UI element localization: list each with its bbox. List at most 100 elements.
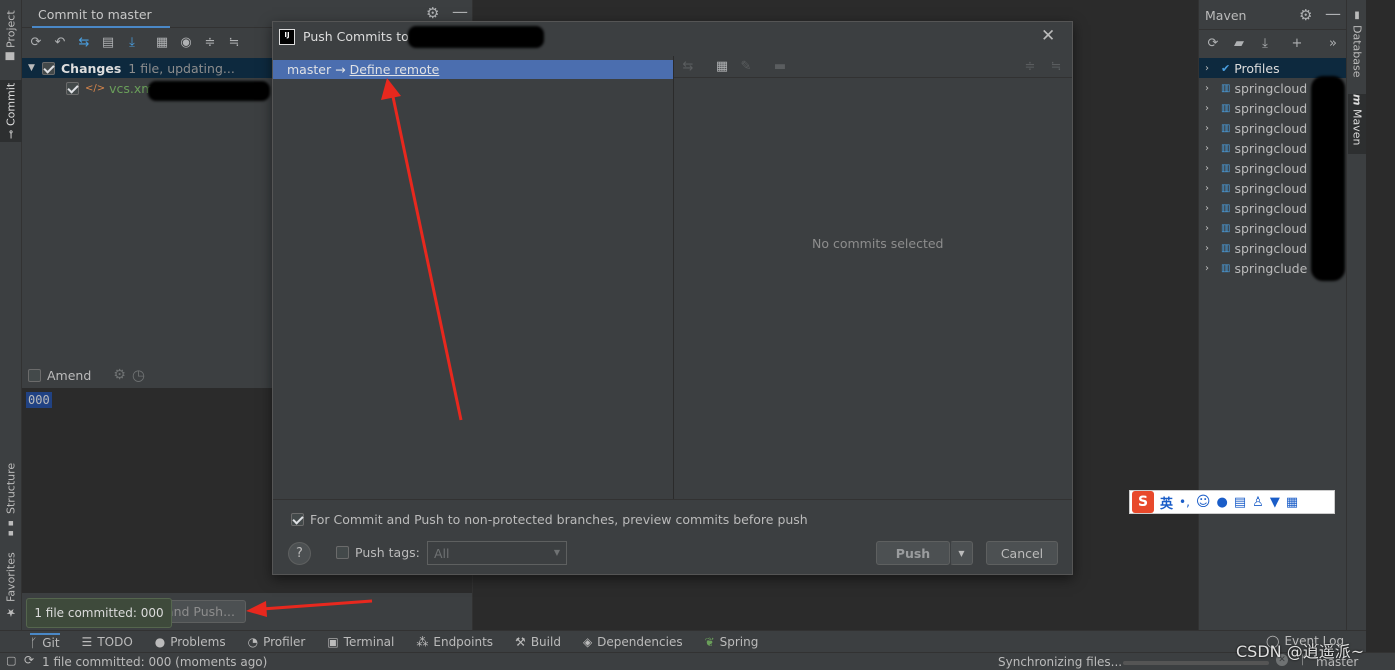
- tab-build[interactable]: ⚒ Build: [515, 635, 561, 649]
- more-icon[interactable]: »: [1323, 33, 1343, 53]
- maven-module-icon: ▥: [1221, 262, 1231, 274]
- chevron-right-icon: ›: [1205, 202, 1209, 214]
- microphone-icon[interactable]: ●: [1217, 495, 1228, 510]
- tab-project[interactable]: ▆ Project: [0, 4, 22, 66]
- maven-project-label: springcloud: [1234, 160, 1308, 176]
- tab-maven[interactable]: m Maven: [1348, 94, 1366, 154]
- maven-module-icon: ▥: [1221, 162, 1231, 174]
- rollback-icon[interactable]: ↶: [50, 32, 70, 52]
- maven-title: Maven: [1205, 8, 1247, 23]
- diff-icon[interactable]: ⇆: [74, 32, 94, 52]
- minimize-icon[interactable]: —: [452, 2, 468, 21]
- collapse-all-icon[interactable]: ≒: [224, 32, 244, 52]
- list-icon: ☰: [81, 634, 93, 649]
- download-icon[interactable]: ⤓: [1255, 33, 1275, 53]
- maven-project-label: springcloud: [1234, 240, 1308, 256]
- redaction: [148, 81, 270, 101]
- group-icon[interactable]: ▦: [712, 56, 732, 76]
- maven-project-label: springcloud: [1234, 140, 1308, 156]
- branch-row[interactable]: master → Define remote: [273, 60, 673, 79]
- collapse-all-icon[interactable]: ≒: [1046, 56, 1066, 76]
- push-tags-row: Push tags:: [336, 545, 420, 560]
- star-icon: ★: [4, 606, 18, 620]
- maven-project-label: springcloud: [1234, 100, 1308, 116]
- tab-favorites[interactable]: ★ Favorites: [0, 550, 22, 622]
- download-icon[interactable]: ⤓: [122, 32, 142, 52]
- tab-todo[interactable]: ☰ TODO: [82, 635, 133, 649]
- layout-icon[interactable]: ▬: [770, 56, 790, 76]
- settings-icon[interactable]: ⚙: [426, 4, 439, 22]
- preview-checkbox[interactable]: [291, 513, 304, 526]
- push-tags-checkbox[interactable]: [336, 546, 349, 559]
- help-button[interactable]: ?: [288, 542, 311, 565]
- profiles-row[interactable]: › ✔ Profiles: [1199, 58, 1349, 78]
- tab-endpoints[interactable]: ⁂ Endpoints: [416, 635, 493, 649]
- tab-commit[interactable]: ⊸ Commit: [0, 80, 22, 142]
- amend-checkbox[interactable]: [28, 368, 41, 382]
- shirt-icon[interactable]: ▼: [1270, 495, 1280, 510]
- status-message[interactable]: 1 file committed: 000 (moments ago): [42, 655, 267, 669]
- tab-database[interactable]: ▮ Database: [1348, 10, 1366, 80]
- profiles-icon: ✔: [1221, 61, 1231, 75]
- emoji-icon[interactable]: ☺: [1196, 494, 1211, 510]
- maven-module-icon: ▥: [1221, 82, 1231, 94]
- dialog-footer: For Commit and Push to non-protected bra…: [273, 499, 1072, 574]
- history-icon[interactable]: ◷: [132, 366, 145, 384]
- structure-icon: ▪▪: [6, 517, 16, 538]
- maven-tree: › ✔ Profiles › ▥ springcloud › ▥ springcloud ›…: [1199, 58, 1349, 298]
- xml-file-icon: </>: [85, 82, 106, 94]
- minimize-icon[interactable]: —: [1325, 4, 1341, 23]
- cancel-button[interactable]: Cancel: [986, 541, 1058, 565]
- chevron-down-icon[interactable]: ▼: [28, 63, 42, 73]
- close-icon[interactable]: ✕: [1041, 26, 1055, 46]
- maven-project-label: springcloud: [1234, 200, 1308, 216]
- maven-project-label: springclude: [1234, 260, 1308, 276]
- layout-toggle-icon[interactable]: ▢: [6, 654, 16, 667]
- file-checkbox[interactable]: [66, 81, 79, 95]
- grid-icon[interactable]: ▦: [1286, 495, 1298, 510]
- watermark: CSDN @逍遥派~: [1236, 642, 1365, 661]
- expand-all-icon[interactable]: ≑: [200, 32, 220, 52]
- shelve-icon[interactable]: ▤: [98, 32, 118, 52]
- reload-icon[interactable]: ⟳: [1203, 33, 1223, 53]
- refresh-icon[interactable]: ⟳: [26, 32, 46, 52]
- tab-spring[interactable]: ❦ Spring: [705, 635, 759, 649]
- maven-header: Maven ⚙ —: [1199, 0, 1347, 30]
- diff-icon[interactable]: ⇆: [678, 56, 698, 76]
- group-icon[interactable]: ▦: [152, 32, 172, 52]
- spring-leaf-icon: ❦: [704, 634, 715, 649]
- dialog-title-bar: IJ Push Commits to ✕: [273, 22, 1072, 56]
- tab-git[interactable]: ᚴ Git: [30, 633, 60, 650]
- settings-icon[interactable]: ⚙: [1299, 6, 1312, 24]
- maven-module-icon: ▥: [1221, 242, 1231, 254]
- sogou-logo-icon: S: [1132, 491, 1154, 513]
- define-remote-link[interactable]: Define remote: [350, 62, 440, 77]
- folder-icon: ▆: [5, 51, 17, 60]
- folder-icon[interactable]: ▰: [1229, 33, 1249, 53]
- user-icon[interactable]: ♙: [1252, 495, 1264, 510]
- keyboard-icon[interactable]: ▤: [1234, 495, 1246, 510]
- expand-all-icon[interactable]: ≑: [1020, 56, 1040, 76]
- layers-icon: ◈: [582, 634, 593, 649]
- status-bar: ▢ ⟳ 1 file committed: 000 (moments ago) …: [0, 652, 1395, 670]
- eye-icon[interactable]: ◉: [176, 32, 196, 52]
- tab-problems[interactable]: ● Problems: [155, 635, 226, 649]
- edit-icon[interactable]: ✎: [736, 56, 756, 76]
- maven-project-label: springcloud: [1234, 80, 1308, 96]
- maven-module-icon: ▥: [1221, 182, 1231, 194]
- git-branch-icon: ᚴ: [30, 636, 38, 650]
- add-icon[interactable]: +: [1287, 33, 1307, 53]
- tab-structure[interactable]: ▪▪ Structure: [0, 462, 22, 538]
- tab-profiler[interactable]: ◔ Profiler: [248, 635, 306, 649]
- settings-icon[interactable]: ⚙: [113, 367, 126, 383]
- changes-group-row[interactable]: ▼ Changes 1 file, updating...: [22, 58, 272, 78]
- commit-message-text: 000: [26, 392, 52, 408]
- chevron-right-icon: ›: [1205, 82, 1209, 94]
- push-tags-select[interactable]: All ▼: [427, 541, 567, 565]
- tab-terminal[interactable]: ▣ Terminal: [327, 635, 394, 649]
- tab-dependencies[interactable]: ◈ Dependencies: [583, 635, 683, 649]
- chevron-right-icon: ›: [1205, 122, 1209, 134]
- changes-checkbox[interactable]: [42, 61, 55, 75]
- push-button[interactable]: Push: [876, 541, 950, 565]
- push-options-dropdown[interactable]: ▼: [950, 541, 973, 565]
